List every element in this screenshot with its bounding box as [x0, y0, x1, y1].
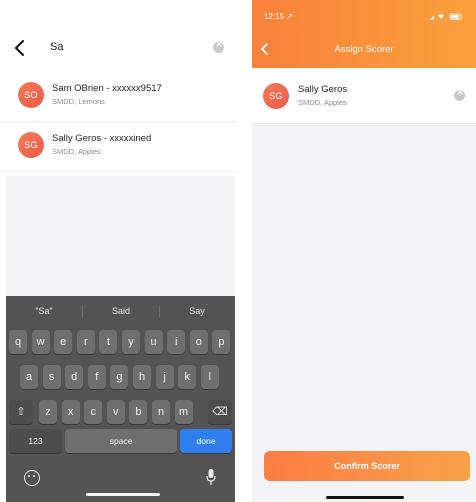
- shift-key[interactable]: ⇧: [9, 400, 33, 424]
- clear-search-icon[interactable]: [213, 39, 224, 53]
- search-screen: Sa SO Sam OBrien - xxxxxx9517 SMDD, Lemo…: [0, 0, 236, 502]
- key-b[interactable]: b: [129, 400, 148, 424]
- scorer-name: Sally Geros: [298, 84, 348, 95]
- back-arrow-icon[interactable]: [12, 39, 28, 57]
- result-subtitle: SMDD, Apples: [52, 147, 101, 156]
- suggestion-1[interactable]: “Sa”: [6, 306, 82, 316]
- key-j[interactable]: j: [155, 365, 174, 389]
- avatar: SG: [18, 132, 44, 158]
- suggestion-bar: “Sa” Said Say: [6, 296, 235, 326]
- search-input[interactable]: Sa: [50, 41, 63, 53]
- key-p[interactable]: p: [212, 330, 231, 354]
- key-h[interactable]: h: [133, 365, 151, 389]
- key-z[interactable]: z: [39, 400, 57, 424]
- key-q[interactable]: q: [9, 330, 27, 354]
- search-results: SO Sam OBrien - xxxxxx9517 SMDD, Lemons …: [0, 72, 236, 172]
- key-x[interactable]: x: [61, 400, 80, 424]
- status-icons: [430, 13, 462, 20]
- empty-area: [6, 176, 235, 296]
- header: 12:15 ↗ Assign Scorer: [252, 0, 476, 68]
- key-u[interactable]: u: [144, 330, 163, 354]
- avatar: SG: [263, 83, 289, 109]
- status-time: 12:15 ↗: [264, 12, 293, 21]
- key-i[interactable]: i: [167, 330, 186, 354]
- key-m[interactable]: m: [174, 400, 193, 424]
- key-l[interactable]: l: [200, 365, 219, 389]
- key-v[interactable]: v: [106, 400, 125, 424]
- assign-scorer-screen: 12:15 ↗ Assign Scorer SG Sally Geros SMD…: [252, 0, 476, 502]
- numbers-key[interactable]: 123: [9, 429, 62, 453]
- key-e[interactable]: e: [54, 330, 73, 354]
- suggestion-3[interactable]: Say: [159, 306, 235, 316]
- remove-scorer-icon[interactable]: [454, 87, 465, 101]
- result-name: Sam OBrien - xxxxxx9517: [52, 83, 162, 94]
- result-subtitle: SMDD, Lemons: [52, 97, 105, 106]
- delete-key[interactable]: ⌫: [208, 400, 232, 424]
- key-k[interactable]: k: [178, 365, 197, 389]
- key-a[interactable]: a: [20, 365, 38, 389]
- microphone-icon[interactable]: [206, 468, 216, 486]
- key-s[interactable]: s: [42, 365, 61, 389]
- home-indicator: [86, 493, 160, 496]
- key-y[interactable]: y: [122, 330, 140, 354]
- space-key[interactable]: space: [65, 429, 177, 453]
- key-n[interactable]: n: [152, 400, 170, 424]
- key-w[interactable]: w: [31, 330, 50, 354]
- on-screen-keyboard: “Sa” Said Say qwertyuiop asdfghjkl zxcvbnm…: [6, 296, 235, 502]
- suggestion-2[interactable]: Said: [83, 306, 159, 316]
- result-name: Sally Geros - xxxxxined: [52, 133, 152, 144]
- key-t[interactable]: t: [99, 330, 118, 354]
- list-item[interactable]: SG Sally Geros - xxxxxined SMDD, Apples: [0, 122, 236, 172]
- scorer-subtitle: SMDD, Apples: [298, 98, 347, 107]
- key-r[interactable]: r: [76, 330, 95, 354]
- done-key[interactable]: done: [180, 429, 232, 453]
- key-d[interactable]: d: [65, 365, 84, 389]
- search-bar: Sa: [0, 30, 236, 66]
- key-c[interactable]: c: [84, 400, 103, 424]
- confirm-scorer-button[interactable]: Confirm Scorer: [264, 451, 470, 481]
- page-title: Assign Scorer: [334, 44, 394, 55]
- key-g[interactable]: g: [110, 365, 129, 389]
- home-indicator: [326, 496, 404, 499]
- avatar: SO: [18, 82, 44, 108]
- list-item[interactable]: SO Sam OBrien - xxxxxx9517 SMDD, Lemons: [0, 72, 236, 122]
- key-o[interactable]: o: [189, 330, 208, 354]
- selected-scorer-row[interactable]: SG Sally Geros SMDD, Apples: [252, 68, 476, 124]
- emoji-icon[interactable]: [24, 470, 40, 486]
- key-f[interactable]: f: [87, 365, 106, 389]
